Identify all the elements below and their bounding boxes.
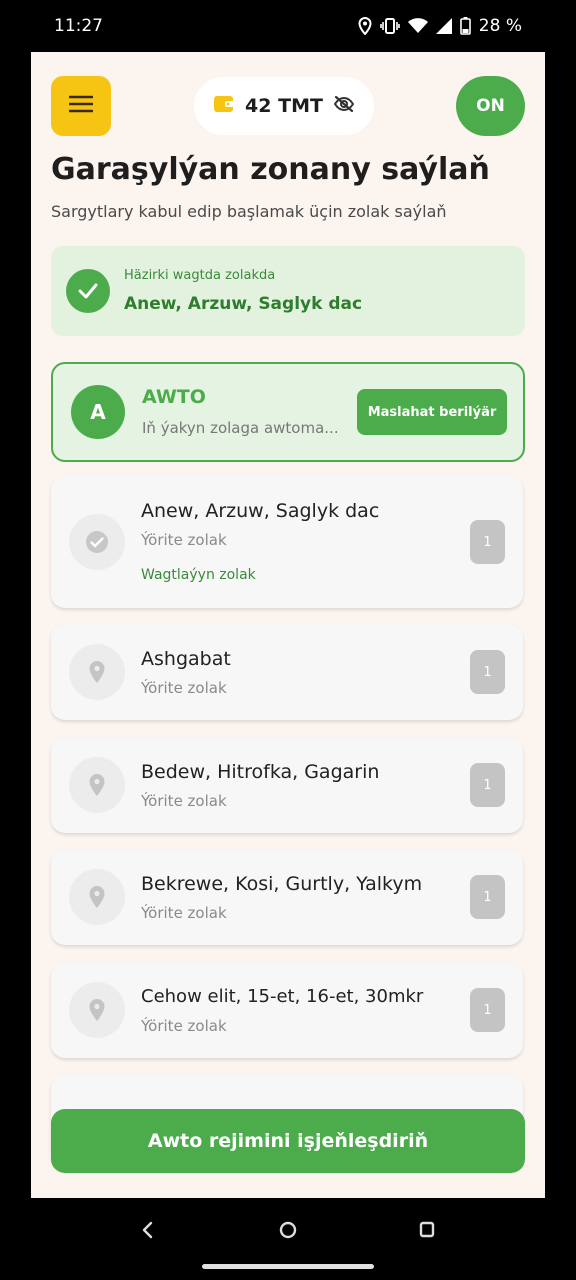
home-indicator[interactable]: [202, 1264, 374, 1269]
auto-avatar: A: [71, 385, 125, 439]
signal-icon: [435, 18, 452, 34]
zone-type: Ýörite zolak: [141, 679, 227, 697]
recommended-badge: Maslahat berilýär: [357, 389, 507, 435]
zone-count-badge: 1: [470, 520, 505, 564]
zone-tag: Wagtlaýyn zolak: [141, 567, 256, 583]
battery-icon: [459, 17, 471, 35]
map-pin-icon: [69, 869, 125, 925]
map-pin-icon: [69, 982, 125, 1038]
location-icon: [358, 17, 372, 35]
current-zone-label: Häzirki wagtda zolakda: [124, 268, 276, 283]
zone-count-badge: 1: [470, 763, 505, 807]
zone-name: Ashgabat: [141, 648, 231, 670]
zone-count-badge: 1: [470, 988, 505, 1032]
check-circle-icon: [66, 269, 110, 313]
vibrate-icon: [379, 18, 400, 34]
zone-item[interactable]: Anew, Arzuw, Saglyk dac Ýörite zolak Wag…: [51, 476, 523, 608]
map-pin-icon: [69, 757, 125, 813]
zone-count-badge: 1: [470, 875, 505, 919]
zone-item[interactable]: Bekrewe, Kosi, Gurtly, Yalkym Ýörite zol…: [51, 849, 523, 945]
zone-type: Ýörite zolak: [141, 531, 227, 549]
auto-zone-option[interactable]: A AWTO Iň ýakyn zolaga awtoma... Maslaha…: [51, 362, 525, 462]
status-icons: 28 %: [358, 16, 522, 36]
menu-button[interactable]: [51, 76, 111, 136]
hamburger-menu-icon: [68, 95, 94, 117]
system-nav-bar: [0, 1198, 576, 1280]
status-bar: 11:27 28 %: [0, 0, 576, 52]
page-subtitle: Sargytlary kabul edip başlamak üçin zola…: [51, 202, 447, 221]
zone-count-badge: 1: [470, 650, 505, 694]
wallet-icon: [213, 94, 235, 118]
zone-type: Ýörite zolak: [141, 792, 227, 810]
zone-type: Ýörite zolak: [141, 904, 227, 922]
page-title: Garaşylýan zonany saýlaň: [51, 152, 490, 187]
battery-text: 28 %: [478, 16, 522, 36]
zone-type: Ýörite zolak: [141, 1017, 227, 1035]
current-zone-value: Anew, Arzuw, Saglyk dac: [124, 294, 363, 314]
zone-item[interactable]: Cehow elit, 15-et, 16-et, 30mkr Ýörite z…: [51, 962, 523, 1058]
online-toggle-button[interactable]: ON: [456, 76, 525, 136]
recent-apps-icon[interactable]: [418, 1219, 436, 1245]
balance-amount: 42 TMT: [245, 95, 323, 117]
zone-name: Cehow elit, 15-et, 16-et, 30mkr: [141, 986, 424, 1007]
zone-item[interactable]: Ashgabat Ýörite zolak 1: [51, 624, 523, 720]
zone-name: Bekrewe, Kosi, Gurtly, Yalkym: [141, 873, 423, 895]
auto-option-title: AWTO: [142, 386, 206, 408]
map-pin-icon: [69, 644, 125, 700]
auto-option-description: Iň ýakyn zolaga awtoma...: [142, 419, 339, 437]
home-icon[interactable]: [278, 1218, 298, 1246]
activate-auto-mode-button[interactable]: Awto rejimini işjeňleşdiriň: [51, 1109, 525, 1173]
balance-pill[interactable]: 42 TMT: [194, 77, 374, 135]
zone-item[interactable]: Bedew, Hitrofka, Gagarin Ýörite zolak 1: [51, 737, 523, 833]
zone-name: Anew, Arzuw, Saglyk dac: [141, 500, 380, 522]
current-zone-card: Häzirki wagtda zolakda Anew, Arzuw, Sagl…: [51, 246, 525, 336]
app-screen: 42 TMT ON Garaşylýan zonany saýlaň Sargy…: [31, 52, 545, 1198]
eye-off-icon[interactable]: [333, 95, 355, 117]
wifi-icon: [407, 18, 428, 34]
check-circle-icon: [69, 514, 125, 570]
back-icon[interactable]: [138, 1218, 158, 1246]
status-time: 11:27: [54, 16, 103, 36]
zone-name: Bedew, Hitrofka, Gagarin: [141, 761, 380, 783]
